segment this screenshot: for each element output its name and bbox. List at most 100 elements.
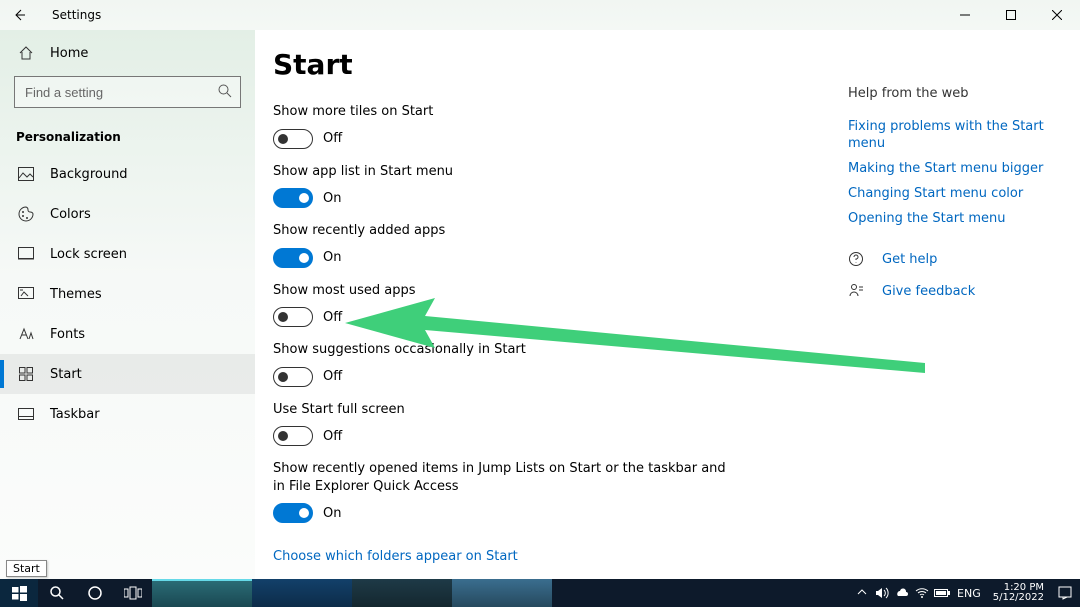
tray-battery-icon[interactable] (933, 579, 951, 607)
search-box[interactable] (14, 76, 241, 108)
toggle-most-used[interactable] (273, 307, 313, 327)
themes-icon (18, 287, 34, 301)
taskbar-running-apps (152, 579, 853, 607)
toggle-state: On (323, 250, 341, 265)
taskbar: ENG 1:20 PM 5/12/2022 (0, 579, 1080, 607)
home-icon (18, 45, 34, 61)
toggle-state: Off (323, 131, 342, 146)
start-icon (18, 367, 34, 381)
toggle-show-app-list[interactable] (273, 188, 313, 208)
sidebar-item-background[interactable]: Background (0, 154, 255, 194)
taskbar-taskview-button[interactable] (114, 579, 152, 607)
help-link-fixing[interactable]: Fixing problems with the Start menu (848, 119, 1048, 153)
page-heading: Start (273, 48, 1080, 81)
tray-wifi-icon[interactable] (913, 579, 931, 607)
tray-clock[interactable]: 1:20 PM 5/12/2022 (987, 583, 1050, 604)
taskbar-start-tooltip: Start (6, 560, 47, 577)
fonts-icon (18, 327, 34, 341)
close-button[interactable] (1034, 0, 1080, 30)
sidebar-item-taskbar[interactable]: Taskbar (0, 394, 255, 434)
setting-label: Show suggestions occasionally in Start (273, 341, 733, 359)
sidebar-home-label: Home (50, 46, 88, 61)
taskbar-app-4[interactable] (452, 579, 552, 607)
sidebar-item-label: Taskbar (50, 407, 100, 422)
toggle-state: Off (323, 310, 342, 325)
toggle-state: Off (323, 429, 342, 444)
sidebar: Home Personalization Background Colors L… (0, 30, 255, 579)
taskview-icon (124, 586, 142, 600)
back-arrow-icon (12, 8, 26, 22)
toggle-state: On (323, 506, 341, 521)
setting-label: Show recently opened items in Jump Lists… (273, 460, 733, 495)
give-feedback-link[interactable]: Give feedback (848, 283, 1048, 299)
taskbar-app-2[interactable] (252, 579, 352, 607)
sidebar-item-label: Themes (50, 287, 102, 302)
taskbar-start-button[interactable] (0, 579, 38, 607)
taskbar-icon (18, 408, 34, 420)
system-tray: ENG 1:20 PM 5/12/2022 (853, 579, 1080, 607)
sidebar-item-label: Fonts (50, 327, 85, 342)
setting-show-more-tiles: Show more tiles on Start Off (273, 103, 733, 149)
setting-label: Show app list in Start menu (273, 163, 733, 181)
toggle-recently-added[interactable] (273, 248, 313, 268)
tray-onedrive-icon[interactable] (893, 579, 911, 607)
titlebar: Settings (0, 0, 1080, 30)
get-help-link[interactable]: Get help (848, 251, 1048, 267)
feedback-icon (848, 283, 864, 299)
tray-volume-icon[interactable] (873, 579, 891, 607)
tray-overflow-icon[interactable] (853, 579, 871, 607)
help-link-opening[interactable]: Opening the Start menu (848, 211, 1048, 228)
toggle-full-screen[interactable] (273, 426, 313, 446)
main-content: Start Show more tiles on Start Off Show … (255, 30, 1080, 579)
toggle-suggestions[interactable] (273, 367, 313, 387)
taskbar-cortana-button[interactable] (76, 579, 114, 607)
help-icon (848, 251, 864, 267)
tray-notifications-icon[interactable] (1052, 586, 1078, 600)
toggle-show-more-tiles[interactable] (273, 129, 313, 149)
toggle-jump-lists[interactable] (273, 503, 313, 523)
taskbar-search-button[interactable] (38, 579, 76, 607)
window-controls (942, 0, 1080, 30)
taskbar-app-1[interactable] (152, 579, 252, 607)
tray-language[interactable]: ENG (953, 587, 985, 600)
setting-label: Show more tiles on Start (273, 103, 733, 121)
sidebar-category: Personalization (0, 118, 255, 154)
sidebar-item-lock-screen[interactable]: Lock screen (0, 234, 255, 274)
help-title: Help from the web (848, 86, 1048, 101)
toggle-state: Off (323, 369, 342, 384)
maximize-button[interactable] (988, 0, 1034, 30)
help-link-color[interactable]: Changing Start menu color (848, 186, 1048, 203)
setting-label: Show recently added apps (273, 222, 733, 240)
cortana-icon (87, 585, 103, 601)
picture-icon (18, 167, 34, 181)
sidebar-home[interactable]: Home (0, 30, 255, 76)
sidebar-item-label: Background (50, 167, 128, 182)
setting-recently-added: Show recently added apps On (273, 222, 733, 268)
setting-most-used: Show most used apps Off (273, 282, 733, 328)
window-title: Settings (52, 8, 101, 22)
sidebar-item-fonts[interactable]: Fonts (0, 314, 255, 354)
setting-jump-lists: Show recently opened items in Jump Lists… (273, 460, 733, 523)
back-button[interactable] (4, 0, 34, 30)
search-input[interactable] (14, 76, 241, 108)
minimize-button[interactable] (942, 0, 988, 30)
give-feedback-label: Give feedback (882, 284, 975, 299)
help-panel: Help from the web Fixing problems with t… (848, 86, 1048, 299)
setting-suggestions: Show suggestions occasionally in Start O… (273, 341, 733, 387)
tray-date: 5/12/2022 (993, 593, 1044, 604)
sidebar-item-label: Colors (50, 207, 91, 222)
sidebar-item-colors[interactable]: Colors (0, 194, 255, 234)
help-link-bigger[interactable]: Making the Start menu bigger (848, 161, 1048, 178)
taskbar-app-3[interactable] (352, 579, 452, 607)
sidebar-item-start[interactable]: Start (0, 354, 255, 394)
palette-icon (18, 206, 34, 222)
search-icon (49, 585, 65, 601)
sidebar-item-themes[interactable]: Themes (0, 274, 255, 314)
windows-logo-icon (12, 586, 27, 601)
setting-label: Show most used apps (273, 282, 733, 300)
setting-show-app-list: Show app list in Start menu On (273, 163, 733, 209)
search-icon (217, 83, 233, 99)
toggle-state: On (323, 191, 341, 206)
get-help-label: Get help (882, 252, 937, 267)
choose-folders-link[interactable]: Choose which folders appear on Start (273, 549, 518, 564)
